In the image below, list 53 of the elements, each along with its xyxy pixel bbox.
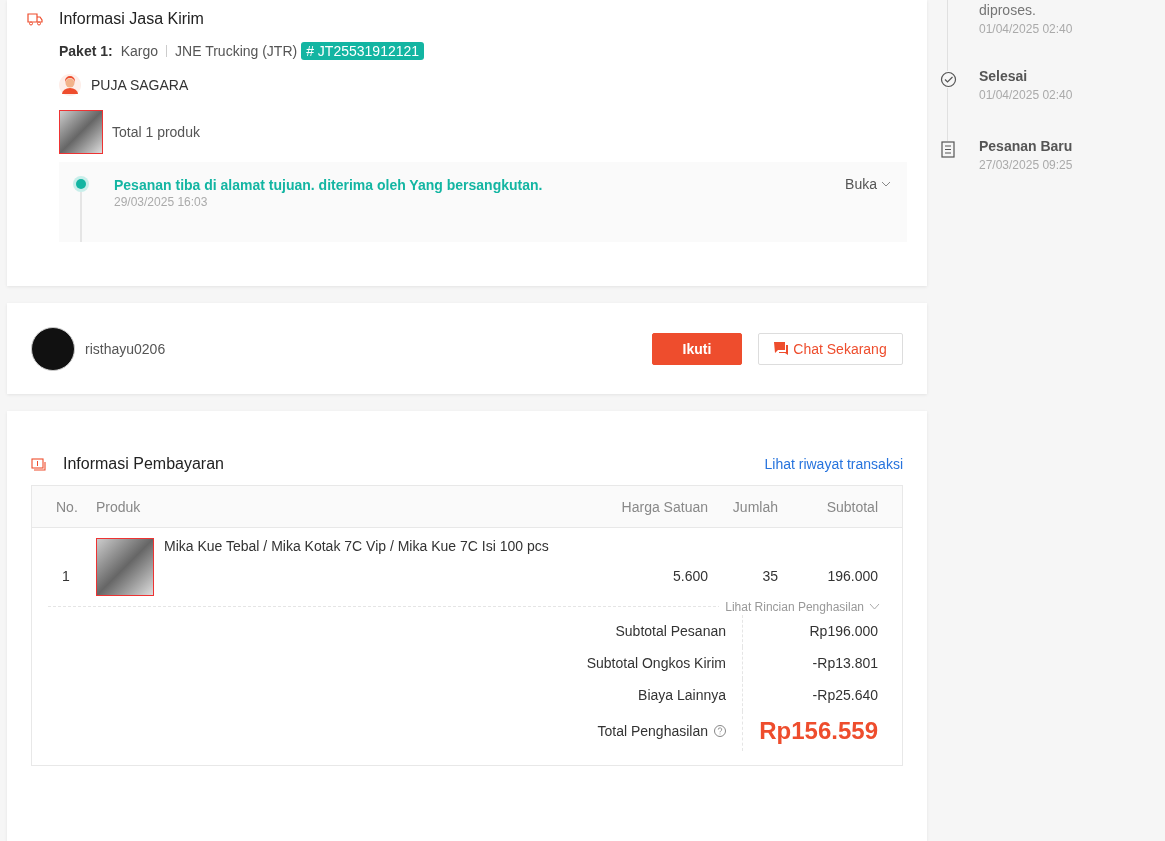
check-circle-icon xyxy=(939,71,957,88)
truck-icon xyxy=(27,12,43,26)
chat-button[interactable]: Chat Sekarang xyxy=(758,332,903,365)
chat-icon xyxy=(774,342,789,355)
seller-username: risthayu0206 xyxy=(85,340,167,357)
package-label: Paket 1: xyxy=(59,43,113,59)
total-label: Total Penghasilan xyxy=(32,723,742,739)
summary-value: Rp196.000 xyxy=(742,615,902,647)
history-time: 01/04/2025 02:40 xyxy=(979,88,1073,102)
summary-label: Subtotal Pesanan xyxy=(614,623,727,639)
table-cell-text: 1 xyxy=(61,568,71,584)
history-time: 01/04/2025 02:40 xyxy=(979,22,1073,36)
summary-value: -Rp13.801 xyxy=(742,647,902,679)
expand-toggle[interactable]: Buka xyxy=(845,176,891,194)
history-title: Selesai xyxy=(979,68,1029,84)
document-icon xyxy=(941,141,955,158)
column-header: Subtotal xyxy=(825,498,878,515)
recipient-name: PUJA SAGARA xyxy=(91,77,189,93)
section-title: Informasi Jasa Kirim xyxy=(59,10,204,28)
history-title: Pesanan Baru xyxy=(979,138,1073,154)
tracking-time: 29/03/2025 16:03 xyxy=(114,195,209,209)
product-count: Total 1 produk xyxy=(112,124,200,140)
product-name: Mika Kue Tebal / Mika Kotak 7C Vip / Mika Kue 7C Isi 100 pcs xyxy=(164,538,549,556)
history-title: diproses. xyxy=(979,2,1037,18)
column-header: No. xyxy=(55,498,79,515)
column-header: Harga Satuan xyxy=(620,498,708,515)
receipt-icon xyxy=(31,457,46,471)
follow-button[interactable]: Ikuti xyxy=(652,332,742,365)
tracking-status: Pesanan tiba di alamat tujuan. diterima oleh Yang bersangkutan. xyxy=(114,177,544,193)
table-cell-text: 35 xyxy=(761,568,778,584)
chevron-down-icon xyxy=(881,179,891,189)
summary-label: Biaya Lainnya xyxy=(637,687,727,703)
transaction-history-link[interactable]: Lihat riwayat transaksi xyxy=(764,456,903,472)
summary-value: -Rp25.640 xyxy=(742,679,902,711)
history-time: 27/03/2025 09:25 xyxy=(979,158,1073,172)
column-header: Jumlah xyxy=(731,498,778,515)
person-avatar-icon xyxy=(59,74,81,96)
summary-label: Subtotal Ongkos Kirim xyxy=(585,655,727,671)
seller-avatar xyxy=(31,326,75,371)
total-amount: Rp156.559 xyxy=(742,711,902,751)
help-icon xyxy=(714,725,726,737)
chevron-down-icon xyxy=(869,603,880,611)
tracking-number-badge: # JT25531912121 xyxy=(301,42,425,60)
product-thumbnail xyxy=(59,110,103,154)
courier-name: JNE Trucking (JTR) xyxy=(175,43,298,59)
product-thumbnail xyxy=(96,538,154,596)
section-title: Informasi Pembayaran xyxy=(63,455,225,473)
column-header: Produk xyxy=(96,498,142,515)
status-dot-icon xyxy=(73,176,89,192)
earnings-details-toggle[interactable]: Lihat Rincian Penghasilan xyxy=(719,599,886,615)
table-cell-text: 196.000 xyxy=(826,568,878,584)
table-cell-text: 5.600 xyxy=(671,568,708,584)
service-type: Kargo xyxy=(120,43,159,59)
